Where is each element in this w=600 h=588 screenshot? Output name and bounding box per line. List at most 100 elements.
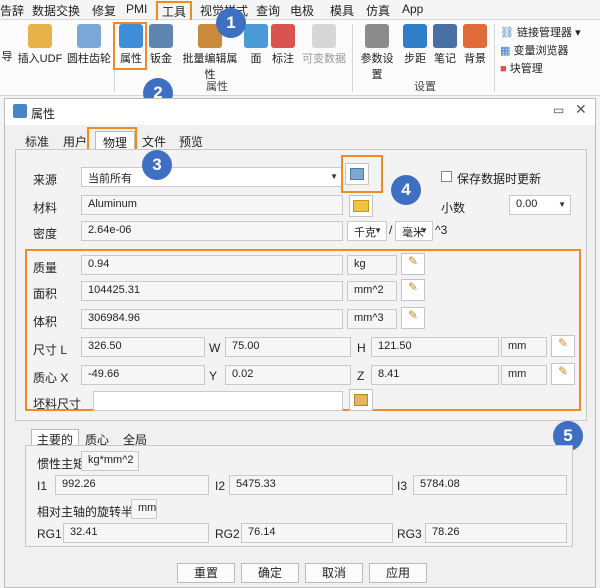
menu-item-query[interactable]: 查询 (256, 2, 280, 19)
inertia-label: 惯性主矩 (37, 457, 86, 471)
density-mass-unit-select[interactable]: 千克 ▼ (347, 221, 387, 241)
chevron-down-icon: ▼ (558, 200, 566, 209)
ribbon: 导 插入UDF 圆柱齿轮 属性 钣金 批量编辑属性 面 标注 可变数据 属性 参… (0, 20, 600, 96)
blank-size-button[interactable] (349, 389, 373, 411)
density-value: 2.64e-06 (88, 224, 132, 236)
volume-value: 306984.96 (88, 312, 140, 324)
blank-size-field[interactable] (93, 391, 343, 411)
menu-item-pmi[interactable]: PMI (126, 2, 147, 16)
background-button[interactable]: 背景 (462, 24, 488, 66)
size-l-value: 326.50 (88, 340, 122, 352)
density-length-unit-select[interactable]: 毫米 ▼ (395, 221, 433, 241)
block-manager-button[interactable]: ■ 块管理 (500, 60, 543, 76)
edit-mass-button[interactable]: ✎ (401, 253, 425, 275)
step-button[interactable]: 步距 (402, 24, 428, 66)
cylinder-gear-label: 圆柱齿轮 (67, 53, 111, 65)
folder-button[interactable] (349, 195, 373, 217)
size-unit-label: mm (508, 340, 527, 352)
edit-size-button[interactable]: ✎ (551, 335, 575, 357)
menu-item-mold[interactable]: 模具 (330, 2, 354, 19)
centroid-unit-label: mm (508, 368, 527, 380)
source-select[interactable]: 当前所有 ▼ (81, 167, 343, 187)
size-h-field: 121.50 (371, 337, 499, 357)
rg1-value: 32.41 (70, 526, 98, 538)
variable-browser-button[interactable]: ▦ 变量浏览器 (500, 42, 568, 58)
group-label-properties: 属性 (206, 81, 228, 93)
i2-field: 5475.33 (229, 475, 393, 495)
edit-centroid-button[interactable]: ✎ (551, 363, 575, 385)
cancel-button[interactable]: 取消 (305, 563, 363, 583)
density-field[interactable]: 2.64e-06 (81, 221, 343, 241)
face-icon (244, 24, 268, 48)
insert-udf-button[interactable]: 插入UDF (16, 24, 64, 66)
save-on-update-checkbox[interactable] (441, 171, 452, 182)
size-unit: mm (501, 337, 547, 357)
area-value: 104425.31 (88, 284, 140, 296)
face-button[interactable]: 面 (244, 24, 268, 66)
centroid-z-label: Z (357, 369, 365, 383)
menu-item-simulation[interactable]: 仿真 (366, 2, 390, 19)
rg3-field: 78.26 (425, 523, 567, 543)
sheet-metal-button[interactable]: 钣金 (148, 24, 174, 66)
tab-preview[interactable]: 预览 (179, 133, 203, 150)
rg3-value: 78.26 (432, 526, 460, 538)
menu-item-0[interactable]: 告辞 (0, 2, 24, 19)
source-label: 来源 (33, 173, 58, 187)
i2-label: I2 (215, 479, 226, 493)
palette-icon (463, 24, 487, 48)
import-button[interactable]: 导 (0, 48, 14, 64)
link-manager-button[interactable]: ⛓ 链接管理器 ▾ (500, 24, 581, 40)
annotate-icon (271, 24, 295, 48)
link-manager-label: 链接管理器 (517, 27, 573, 39)
param-settings-button[interactable]: 参数设置 (356, 24, 398, 82)
edit-volume-button[interactable]: ✎ (401, 307, 425, 329)
sheet-metal-label: 钣金 (150, 53, 172, 65)
step-badge-3: 3 (142, 150, 172, 180)
rg1-field: 32.41 (63, 523, 209, 543)
size-w-value: 75.00 (232, 340, 260, 352)
ribbon-separator (352, 24, 353, 92)
mass-unit-label: kg (354, 258, 366, 270)
tab-file[interactable]: 文件 (142, 133, 166, 150)
i3-value: 5784.08 (420, 478, 460, 490)
edit-area-button[interactable]: ✎ (401, 279, 425, 301)
variable-data-button[interactable]: 可变数据 (300, 24, 348, 66)
volume-label: 体积 (33, 315, 58, 329)
reset-button[interactable]: 重置 (177, 563, 235, 583)
apply-button[interactable]: 应用 (369, 563, 427, 583)
size-w-field: 75.00 (225, 337, 351, 357)
ribbon-separator (494, 24, 495, 92)
step-badge-1: 1 (216, 8, 246, 38)
material-field[interactable]: Aluminum (81, 195, 343, 215)
menu-item-data-exchange[interactable]: 数据交换 (32, 2, 80, 19)
density-mass-unit: 千克 (354, 227, 376, 239)
notes-button[interactable]: 笔记 (432, 24, 458, 66)
centroid-unit: mm (501, 365, 547, 385)
tab-user[interactable]: 用户 (63, 133, 87, 150)
ok-button[interactable]: 确定 (241, 563, 299, 583)
pencil-icon: ✎ (557, 364, 569, 378)
import-label: 导 (1, 51, 13, 63)
centroid-y-field: 0.02 (225, 365, 351, 385)
cylinder-gear-button[interactable]: 圆柱齿轮 (64, 24, 114, 66)
size-label: 尺寸 L (33, 343, 68, 357)
annotate-button[interactable]: 标注 (268, 24, 298, 66)
folder-icon (353, 200, 369, 212)
rg3-label: RG3 (397, 527, 422, 541)
i1-label: I1 (37, 479, 48, 493)
menu-item-app[interactable]: App (402, 2, 423, 16)
menu-item-electrode[interactable]: 电极 (290, 2, 314, 19)
area-label: 面积 (33, 287, 58, 301)
help-icon[interactable]: ▭ (553, 103, 564, 117)
menu-item-repair[interactable]: 修复 (92, 2, 116, 19)
group-label-settings: 设置 (414, 81, 436, 93)
menu-item-tools[interactable]: 工具 (156, 1, 193, 22)
close-icon[interactable]: ✕ (575, 101, 587, 118)
decimal-select[interactable]: 0.00 ▼ (509, 195, 571, 215)
rg1-label: RG1 (37, 527, 62, 541)
volume-field: 306984.96 (81, 309, 343, 329)
area-unit: mm^2 (347, 281, 397, 301)
mass-field: 0.94 (81, 255, 343, 275)
tab-standard[interactable]: 标准 (25, 133, 49, 150)
save-on-update-label: 保存数据时更新 (457, 172, 542, 186)
